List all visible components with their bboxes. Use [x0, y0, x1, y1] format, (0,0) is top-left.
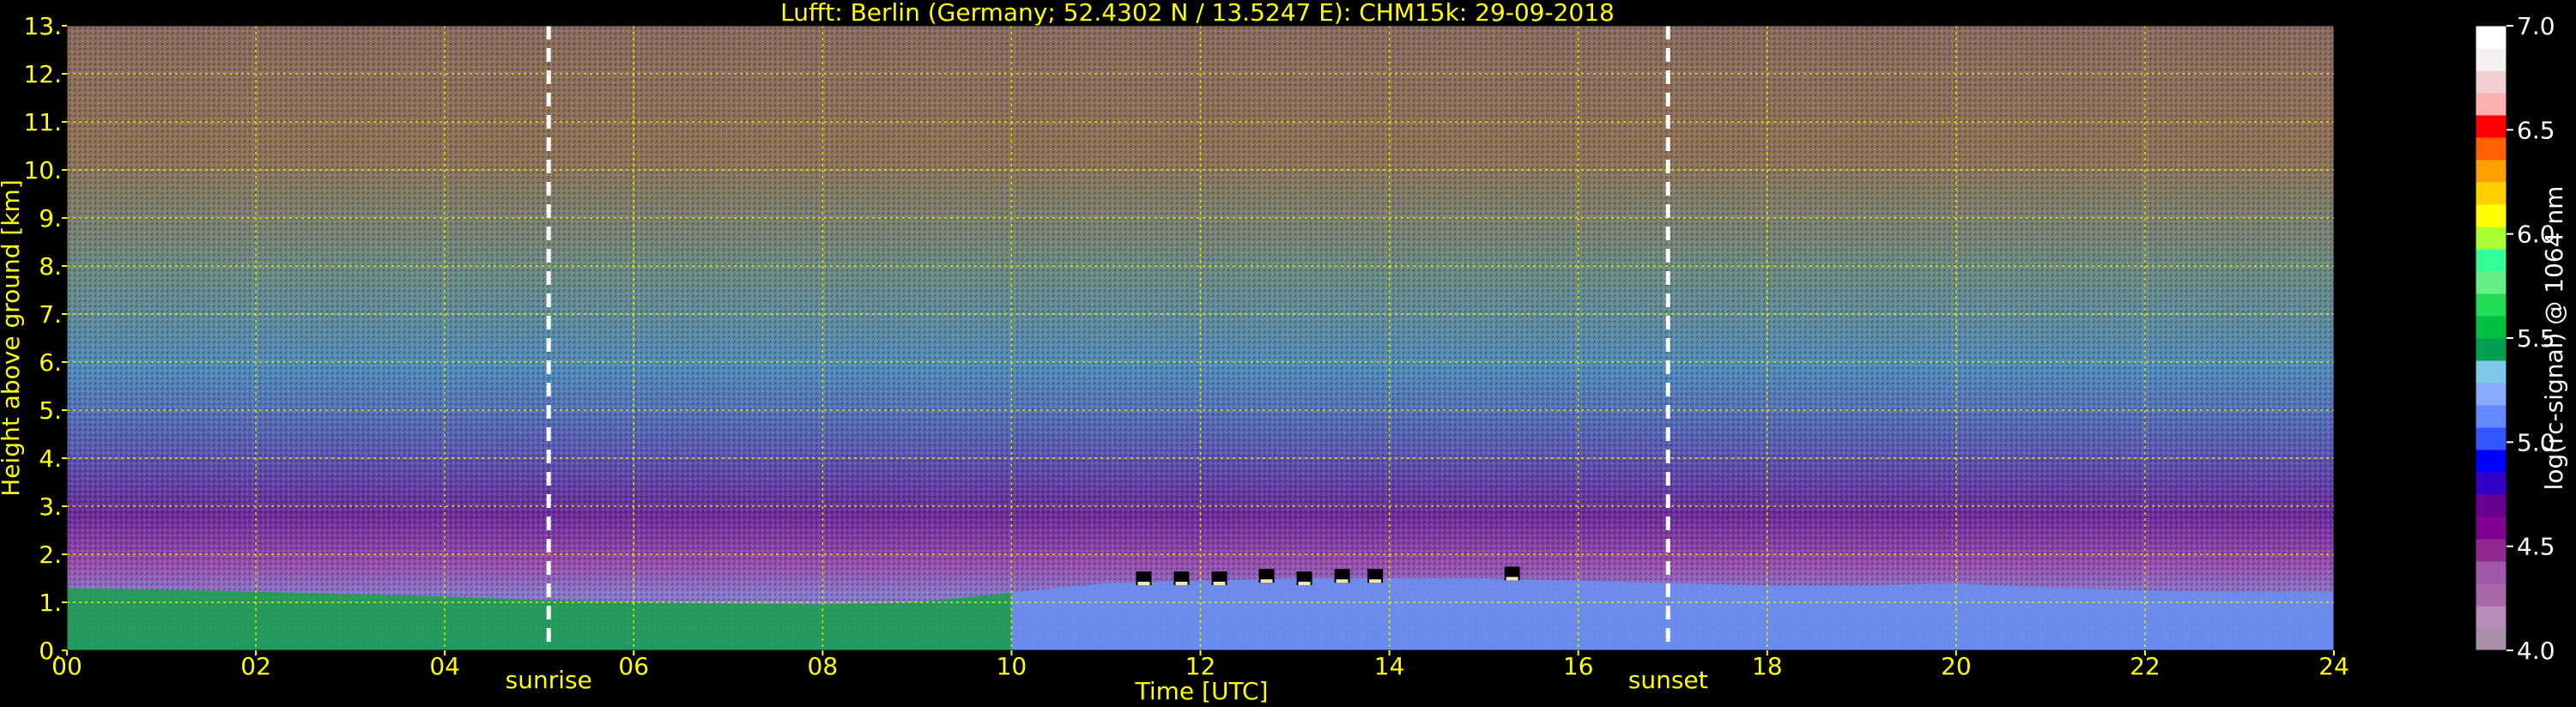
colorbar-block — [2476, 93, 2506, 116]
x-tick-label: 10 — [997, 652, 1027, 680]
y-tick-label: 3. — [39, 492, 62, 521]
y-tick-label: 6. — [39, 348, 62, 377]
cloud-base — [1260, 579, 1273, 583]
colorbar-tick-label: 7.0 — [2517, 12, 2555, 40]
colorbar-block — [2476, 360, 2506, 384]
colorbar-blocks — [2476, 26, 2506, 651]
x-tick-label: 20 — [1941, 652, 1972, 680]
colorbar-block — [2476, 450, 2506, 473]
y-tick-label: 5. — [39, 396, 62, 425]
x-tick-label: 14 — [1374, 652, 1405, 680]
cloud-base — [1336, 579, 1349, 583]
y-tick-label: 4. — [39, 444, 62, 473]
y-tick-label: 11. — [23, 108, 62, 136]
colorbar-block — [2476, 338, 2506, 361]
cloud-base — [1369, 579, 1382, 583]
cloud-base — [1137, 582, 1150, 585]
y-tick-label: 10. — [23, 156, 62, 184]
colorbar-block — [2476, 427, 2506, 450]
colorbar-block — [2476, 517, 2506, 540]
x-tick-label: 04 — [429, 652, 460, 680]
y-axis-ticks: 0. 1. 2. 3. 4. 5. 6. 7. 8. 9. 10. 11. 12. 13. — [23, 12, 67, 665]
ceilometer-chart: Lufft: Berlin (Germany; 52.4302 N / 13.5… — [0, 0, 2568, 705]
colorbar-block — [2476, 271, 2506, 294]
colorbar-block — [2476, 472, 2506, 495]
y-tick-label: 9. — [39, 204, 62, 233]
x-tick-label: 06 — [618, 652, 649, 680]
colorbar-block — [2476, 405, 2506, 428]
colorbar-block — [2476, 227, 2506, 250]
colorbar-block — [2476, 48, 2506, 71]
colorbar-block — [2476, 26, 2506, 49]
colorbar-block — [2476, 494, 2506, 517]
sun-label-sunrise: sunrise — [506, 666, 592, 694]
plot-area — [66, 25, 2335, 651]
x-tick-label: 08 — [808, 652, 839, 680]
colorbar-block — [2476, 293, 2506, 317]
sun-labels: sunrise sunset — [506, 666, 1708, 694]
y-tick-label: 1. — [39, 589, 62, 617]
y-tick-label: 2. — [39, 541, 62, 569]
x-tick-label: 02 — [240, 652, 271, 680]
x-axis-label: Time [UTC] — [1135, 677, 1269, 705]
colorbar-block — [2476, 606, 2506, 629]
colorbar-block — [2476, 137, 2506, 160]
x-tick-label: 18 — [1752, 652, 1783, 680]
x-axis-ticks: 00 02 04 06 08 10 12 14 16 18 20 22 24 — [52, 650, 2349, 680]
colorbar-block — [2476, 561, 2506, 584]
colorbar-block — [2476, 70, 2506, 94]
colorbar-block — [2476, 182, 2506, 205]
colorbar-block — [2476, 249, 2506, 272]
y-tick-label: 12. — [23, 60, 62, 88]
colorbar-tick-label: 4.5 — [2517, 533, 2555, 561]
y-axis-label: Height above ground [km] — [0, 179, 25, 497]
colorbar-block — [2476, 316, 2506, 339]
colorbar-block — [2476, 383, 2506, 406]
colorbar-block — [2476, 204, 2506, 227]
colorbar-block — [2476, 160, 2506, 183]
chart-title: Lufft: Berlin (Germany; 52.4302 N / 13.5… — [780, 0, 1615, 27]
cloud-base — [1298, 582, 1311, 585]
colorbar-block — [2476, 539, 2506, 562]
colorbar: 4.04.55.05.56.06.57.0 log(rc-signal) @ 1… — [2475, 12, 2568, 665]
cloud-base — [1506, 577, 1518, 581]
colorbar-tick-label: 4.0 — [2517, 637, 2555, 665]
y-tick-label: 13. — [23, 12, 62, 40]
colorbar-block — [2476, 115, 2506, 138]
y-tick-label: 0. — [39, 637, 62, 665]
x-tick-label: 24 — [2318, 652, 2349, 680]
x-tick-label: 16 — [1563, 652, 1594, 680]
y-tick-label: 8. — [39, 252, 62, 281]
colorbar-block — [2476, 628, 2506, 651]
cloud-base — [1175, 582, 1188, 585]
sun-label-sunset: sunset — [1628, 666, 1708, 694]
x-tick-label: 22 — [2130, 652, 2161, 680]
colorbar-label: log(rc-signal) @ 1064 nm — [2540, 186, 2568, 491]
y-tick-label: 7. — [39, 300, 62, 329]
cloud-base — [1213, 582, 1226, 585]
colorbar-tick-label: 6.5 — [2517, 116, 2555, 144]
colorbar-block — [2476, 583, 2506, 607]
